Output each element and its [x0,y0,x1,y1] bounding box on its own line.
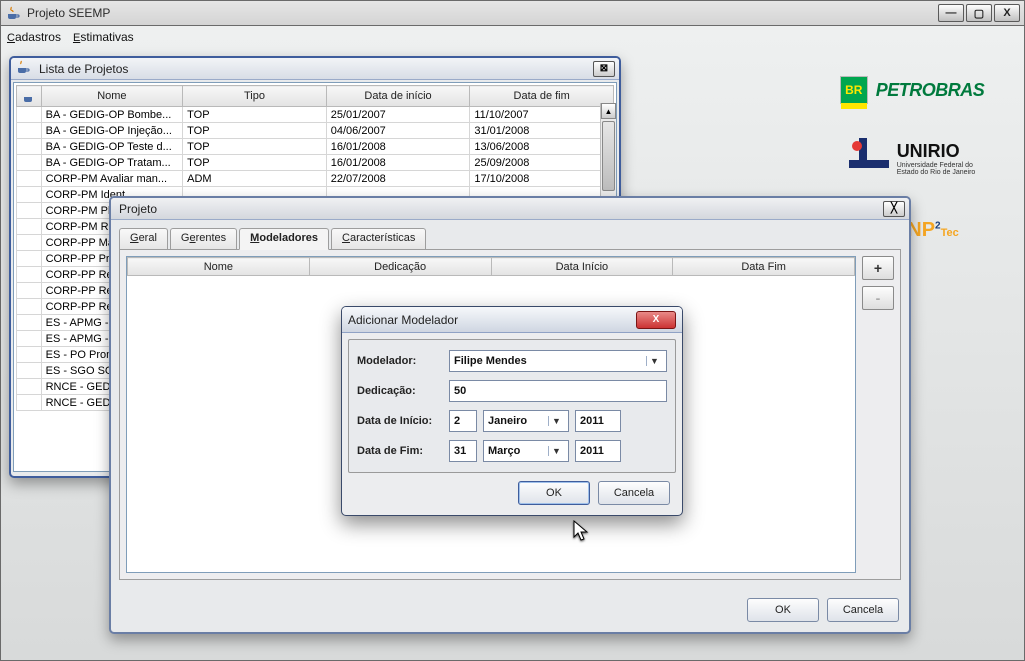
modal-close-button[interactable]: X [636,311,676,329]
table-row[interactable]: BA - GEDIG-OP Injeção...TOP04/06/200731/… [17,123,614,139]
projeto-tabs: Geral Gerentes Modeladores Característic… [119,228,901,250]
modal-title: Adicionar Modelador [348,313,636,327]
table-row[interactable]: CORP-PM Avaliar man...ADM22/07/200817/10… [17,171,614,187]
menu-cadastros[interactable]: Cadastros [7,30,61,44]
maximize-button[interactable]: ▢ [966,4,992,22]
projeto-header[interactable]: Projeto ╳ [111,198,909,220]
modelador-value: Filipe Mendes [454,355,527,367]
menu-estimativas[interactable]: Estimativas [73,30,134,44]
inicio-day-input[interactable] [449,410,477,432]
chevron-down-icon: ▼ [548,446,564,456]
col-inicio[interactable]: Data de início [326,86,470,107]
lista-header[interactable]: Lista de Projetos ⊠ [11,58,619,80]
col-fim[interactable]: Data de fim [470,86,614,107]
scroll-thumb[interactable] [602,121,615,191]
subcol-inicio[interactable]: Data Início [491,258,673,276]
close-button[interactable]: X [994,4,1020,22]
fim-month-select[interactable]: Março ▼ [483,440,569,462]
unirio-icon [849,138,889,178]
unirio-text: UNIRIO [897,141,976,162]
projeto-title: Projeto [115,202,883,216]
adicionar-modelador-dialog: Adicionar Modelador X Modelador: Filipe … [341,306,683,516]
lista-title: Lista de Projetos [35,62,593,76]
dedicacao-label: Dedicação: [357,385,443,397]
inicio-month-value: Janeiro [488,415,527,427]
titlebar: Projeto SEEMP — ▢ X [0,0,1025,26]
table-row[interactable]: BA - GEDIG-OP Tratam...TOP16/01/200825/0… [17,155,614,171]
modal-header[interactable]: Adicionar Modelador X [342,307,682,333]
subcol-dedicacao[interactable]: Dedicação [309,258,491,276]
chevron-down-icon: ▼ [646,356,662,366]
unirio-sub2: Estado do Rio de Janeiro [897,169,976,176]
tab-caracteristicas[interactable]: Características [331,228,426,249]
nptec-text: NP2Tec [907,219,959,242]
inicio-label: Data de Início: [357,415,443,427]
add-modelador-button[interactable]: + [862,256,894,280]
col-tipo[interactable]: Tipo [183,86,327,107]
modelador-select[interactable]: Filipe Mendes ▼ [449,350,667,372]
table-header-icon[interactable] [17,86,42,107]
table-row[interactable]: BA - GEDIG-OP Teste d...TOP16/01/200813/… [17,139,614,155]
chevron-down-icon: ▼ [548,416,564,426]
projeto-close-button[interactable]: ╳ [883,201,905,217]
fim-month-value: Março [488,445,520,457]
fim-year-input[interactable] [575,440,621,462]
lista-close-button[interactable]: ⊠ [593,61,615,77]
dedicacao-input[interactable] [449,380,667,402]
petrobras-text: PETROBRAS [876,80,985,101]
fim-label: Data de Fim: [357,445,443,457]
tab-gerentes[interactable]: Gerentes [170,228,237,249]
col-nome[interactable]: Nome [41,86,183,107]
inicio-year-input[interactable] [575,410,621,432]
modelador-label: Modelador: [357,355,443,367]
tab-geral[interactable]: Geral [119,228,168,249]
modal-ok-button[interactable]: OK [518,481,590,505]
inicio-month-select[interactable]: Janeiro ▼ [483,410,569,432]
app-body: Cadastros Estimativas BR PETROBRAS UNIRI… [0,26,1025,661]
projeto-cancela-button[interactable]: Cancela [827,598,899,622]
minimize-button[interactable]: — [938,4,964,22]
scroll-up-button[interactable]: ▲ [601,103,616,119]
unirio-logo: UNIRIO Universidade Federal do Estado do… [849,138,976,178]
remove-modelador-button[interactable]: - [862,286,894,310]
petrobras-br-icon: BR [840,76,868,104]
petrobras-logo: BR PETROBRAS [840,76,985,104]
projeto-ok-button[interactable]: OK [747,598,819,622]
subcol-fim[interactable]: Data Fim [673,258,855,276]
fim-day-input[interactable] [449,440,477,462]
java-icon [15,59,31,78]
java-icon [5,5,21,21]
tab-modeladores[interactable]: Modeladores [239,228,329,250]
unirio-sub1: Universidade Federal do [897,162,976,169]
subcol-nome[interactable]: Nome [128,258,310,276]
table-row[interactable]: BA - GEDIG-OP Bombe...TOP25/01/200711/10… [17,107,614,123]
modal-cancela-button[interactable]: Cancela [598,481,670,505]
menubar: Cadastros Estimativas [1,26,1024,48]
app-title: Projeto SEEMP [27,6,936,20]
